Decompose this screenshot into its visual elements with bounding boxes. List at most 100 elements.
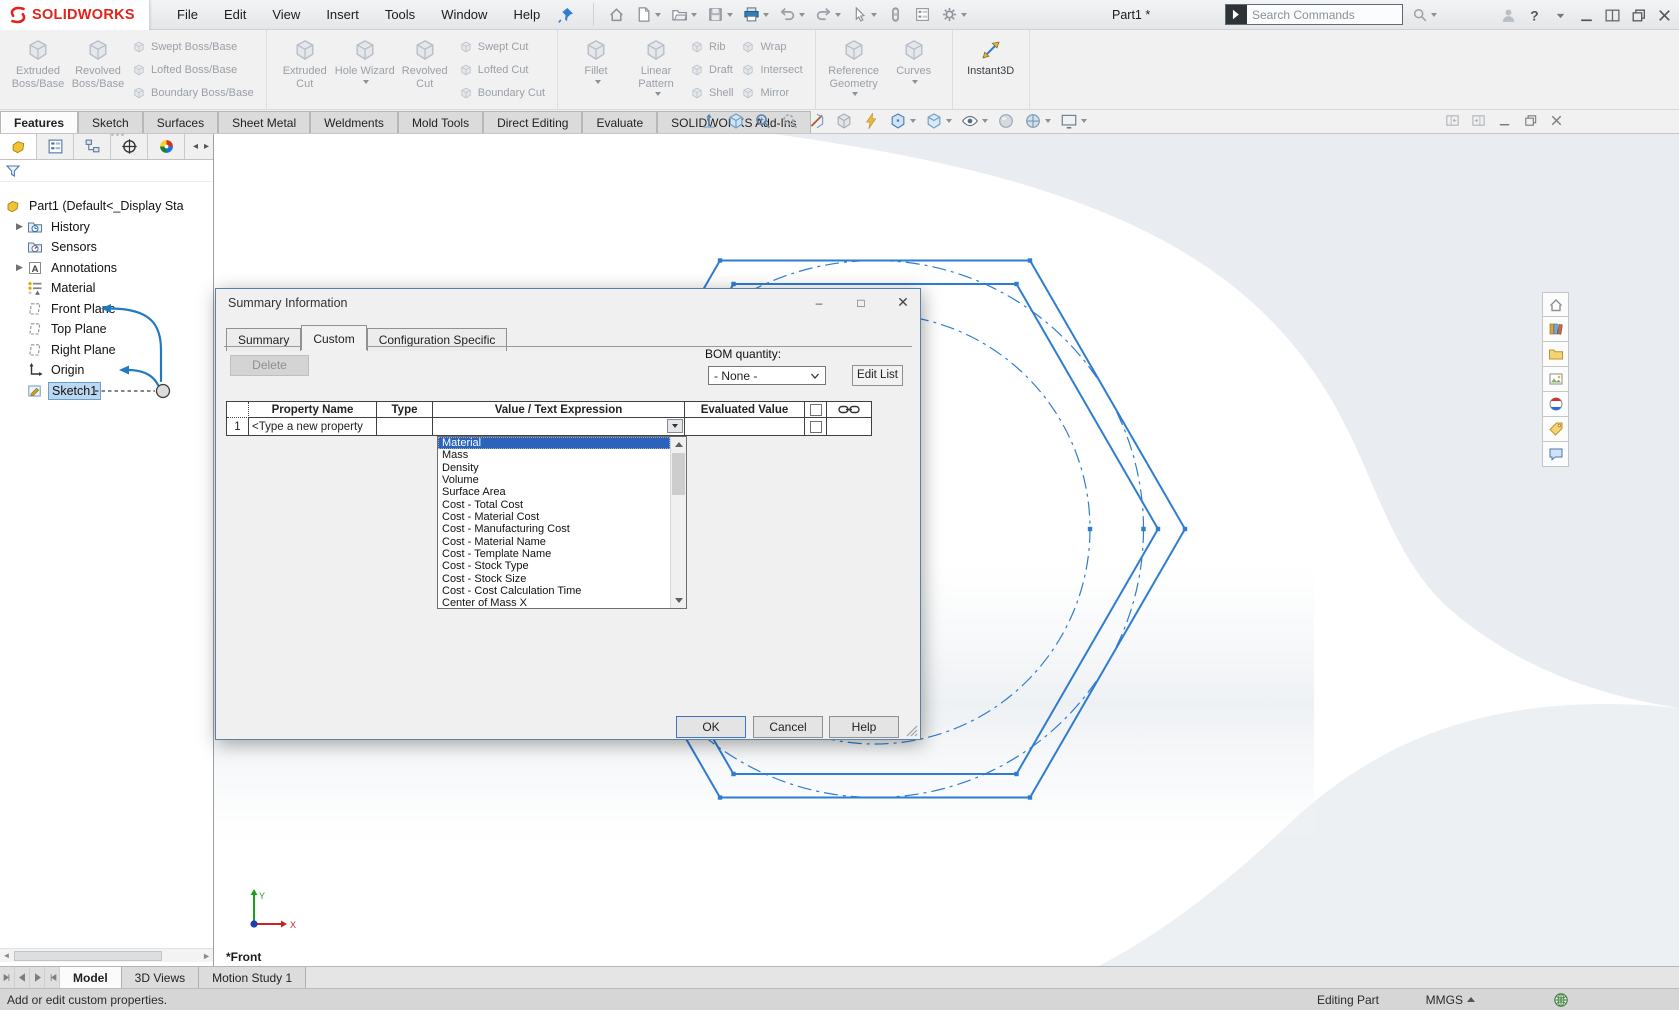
caret-down-icon[interactable] bbox=[727, 13, 733, 17]
table-row[interactable]: 1 <Type a new property bbox=[227, 418, 871, 435]
panel-splitter-handle[interactable] bbox=[104, 133, 130, 137]
search-scope-icon[interactable] bbox=[1226, 5, 1247, 24]
tree-item-root[interactable]: Part1 (Default<_Display Sta bbox=[0, 196, 213, 217]
options-button[interactable] bbox=[937, 3, 971, 26]
expander-icon[interactable]: ▶ bbox=[12, 262, 27, 273]
type-cell[interactable] bbox=[377, 418, 433, 435]
tab-weldments[interactable]: Weldments bbox=[310, 111, 398, 133]
dialog-minimize-icon[interactable]: – bbox=[808, 293, 830, 312]
lofted-cut-button[interactable]: Lofted Cut bbox=[459, 63, 545, 77]
column-checkbox-header[interactable] bbox=[805, 402, 827, 418]
tree-item-origin[interactable]: Origin bbox=[0, 360, 213, 381]
tree-item-top-plane[interactable]: Top Plane bbox=[0, 319, 213, 340]
tab-scroll-last-icon[interactable] bbox=[45, 967, 60, 988]
intersect-button[interactable]: Intersect bbox=[741, 63, 802, 77]
close-icon[interactable] bbox=[1656, 7, 1673, 24]
cancel-button[interactable]: Cancel bbox=[753, 716, 823, 738]
caret-down-icon[interactable] bbox=[912, 80, 918, 84]
lofted-boss-base-button[interactable]: Lofted Boss/Base bbox=[132, 63, 254, 77]
hide-show-items-button[interactable] bbox=[961, 112, 988, 130]
taskpane-tab-appearances-scenes[interactable] bbox=[1542, 392, 1569, 417]
menu-file[interactable]: File bbox=[164, 1, 211, 28]
rib-button[interactable]: Rib bbox=[690, 40, 733, 54]
extruded-cut-button[interactable]: Extruded Cut bbox=[275, 33, 335, 106]
docwindow-cascade-icon[interactable] bbox=[1523, 113, 1538, 128]
linear-pattern-button[interactable]: Linear Pattern bbox=[626, 33, 686, 106]
caret-down-icon[interactable] bbox=[763, 13, 769, 17]
bom-quantity-select[interactable]: - None - bbox=[708, 366, 826, 385]
tree-item-right-plane[interactable]: Right Plane bbox=[0, 340, 213, 361]
delete-button[interactable]: Delete bbox=[230, 355, 309, 376]
caret-down-icon[interactable] bbox=[852, 92, 858, 96]
rebuild-button[interactable] bbox=[883, 3, 908, 26]
save-button[interactable] bbox=[703, 3, 737, 26]
dialog-maximize-icon[interactable]: □ bbox=[850, 293, 872, 312]
property-dropdown-list[interactable]: MaterialMassDensityVolumeSurface AreaCos… bbox=[437, 436, 687, 609]
tree-item-material-not-specified[interactable]: Material bbox=[0, 278, 213, 299]
caret-down-icon[interactable] bbox=[961, 13, 967, 17]
search-caret-icon[interactable] bbox=[1431, 13, 1437, 17]
menu-insert[interactable]: Insert bbox=[313, 1, 372, 28]
undo-button[interactable] bbox=[775, 3, 809, 26]
previous-view-button[interactable] bbox=[781, 112, 799, 130]
link-checkbox-cell[interactable] bbox=[805, 418, 827, 435]
search-icon[interactable] bbox=[1412, 7, 1428, 23]
help-button[interactable]: Help bbox=[829, 716, 899, 738]
docwindow-close-icon[interactable] bbox=[1549, 113, 1564, 128]
extruded-boss-base-button[interactable]: Extruded Boss/Base bbox=[8, 33, 68, 106]
draft-button[interactable]: Draft bbox=[690, 63, 733, 77]
caret-down-icon[interactable] bbox=[691, 13, 697, 17]
swept-boss-base-button[interactable]: Swept Boss/Base bbox=[132, 40, 254, 54]
panel-tabs-left-icon[interactable]: ◂ bbox=[193, 141, 198, 152]
hole-wizard-button[interactable]: Hole Wizard bbox=[335, 33, 395, 106]
docwindow-pane-right-icon[interactable] bbox=[1471, 113, 1486, 128]
tab-features[interactable]: Features bbox=[0, 111, 78, 133]
column-evaluated-value[interactable]: Evaluated Value bbox=[685, 402, 805, 418]
search-commands-box[interactable] bbox=[1225, 4, 1403, 25]
tab-surfaces[interactable]: Surfaces bbox=[143, 111, 218, 133]
docwindow-minimize-icon[interactable] bbox=[1497, 113, 1512, 128]
checkbox[interactable] bbox=[810, 421, 822, 433]
tab-sheet-metal[interactable]: Sheet Metal bbox=[218, 111, 310, 133]
bottom-tab-motion-study-1[interactable]: Motion Study 1 bbox=[199, 967, 306, 988]
column-type[interactable]: Type bbox=[377, 402, 433, 418]
units-selector[interactable]: MMGS bbox=[1426, 993, 1475, 1007]
tree-item-sensors[interactable]: Sensors bbox=[0, 237, 213, 258]
wrap-button[interactable]: Wrap bbox=[741, 40, 802, 54]
search-input[interactable] bbox=[1247, 8, 1412, 22]
option-density[interactable]: Density bbox=[438, 462, 670, 474]
taskpane-tab-solidworks-forum[interactable] bbox=[1542, 442, 1569, 467]
tree-item-history[interactable]: ▶History bbox=[0, 217, 213, 238]
option-cost-manufacturing-cost[interactable]: Cost - Manufacturing Cost bbox=[438, 523, 670, 535]
column-link-header[interactable] bbox=[827, 402, 871, 418]
menu-help[interactable]: Help bbox=[500, 1, 553, 28]
resize-grip[interactable] bbox=[906, 725, 918, 737]
option-cost-stock-type[interactable]: Cost - Stock Type bbox=[438, 560, 670, 572]
option-volume[interactable]: Volume bbox=[438, 474, 670, 486]
zoom-to-fit-button[interactable] bbox=[700, 112, 718, 130]
option-material[interactable]: Material bbox=[438, 437, 670, 449]
tab-direct-editing[interactable]: Direct Editing bbox=[483, 111, 582, 133]
tree-filter-row[interactable] bbox=[0, 160, 213, 182]
caret-down-icon[interactable] bbox=[363, 80, 369, 84]
revolved-boss-base-button[interactable]: Revolved Boss/Base bbox=[68, 33, 128, 106]
zoom-to-area-button[interactable] bbox=[754, 112, 772, 130]
mirror-button[interactable]: Mirror bbox=[741, 86, 802, 100]
panel-tab-displaymanager[interactable] bbox=[148, 134, 185, 159]
redo-button[interactable] bbox=[811, 3, 845, 26]
swept-cut-button[interactable]: Swept Cut bbox=[459, 40, 545, 54]
caret-down-icon[interactable] bbox=[946, 119, 952, 123]
edit-list-button[interactable]: Edit List bbox=[852, 365, 903, 386]
taskpane-tab-solidworks-resources[interactable] bbox=[1542, 292, 1569, 317]
tab-evaluate[interactable]: Evaluate bbox=[582, 111, 657, 133]
option-cost-total-cost[interactable]: Cost - Total Cost bbox=[438, 499, 670, 511]
scroll-right-icon[interactable]: ► bbox=[202, 951, 211, 961]
section-lightning-button[interactable] bbox=[862, 112, 880, 130]
display-cube-button[interactable] bbox=[835, 112, 853, 130]
tree-item-annotations[interactable]: ▶AAnnotations bbox=[0, 258, 213, 279]
ok-button[interactable]: OK bbox=[676, 716, 746, 738]
menu-edit[interactable]: Edit bbox=[211, 1, 259, 28]
new-document-button[interactable] bbox=[631, 3, 665, 26]
dialog-close-icon[interactable]: ✕ bbox=[892, 293, 914, 312]
boundary-boss-base-button[interactable]: Boundary Boss/Base bbox=[132, 86, 254, 100]
